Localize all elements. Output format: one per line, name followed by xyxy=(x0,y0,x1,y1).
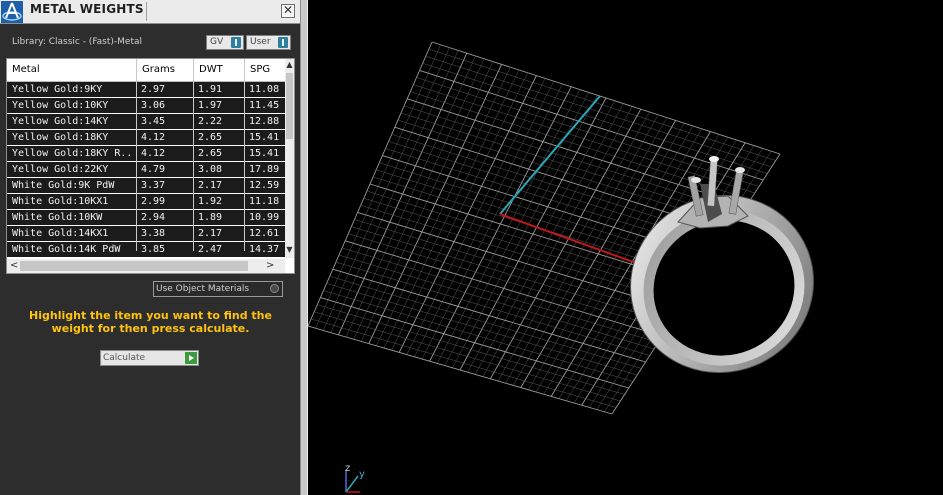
metal-weights-table: Metal Grams DWT SPG Yellow Gold:9KY 2.97 1… xyxy=(6,58,295,274)
column-divider xyxy=(244,59,245,251)
3d-viewport[interactable]: z y xyxy=(308,0,943,495)
cell-dwt: 1.97 xyxy=(198,100,223,111)
cell-grams: 3.06 xyxy=(141,100,166,111)
cell-dwt: 2.65 xyxy=(198,148,223,159)
metal-weights-panel: METAL WEIGHTS ✕ Library: Classic - (Fast… xyxy=(0,0,300,495)
cell-grams: 2.99 xyxy=(141,196,166,207)
cell-spg: 15.41 xyxy=(249,132,280,143)
play-arrow-icon xyxy=(185,352,197,364)
cell-spg: 12.88 xyxy=(249,116,280,127)
toggle-switch-icon xyxy=(231,37,241,48)
cell-metal: White Gold:9K PdW xyxy=(12,180,115,191)
cell-dwt: 2.22 xyxy=(198,116,223,127)
cell-spg: 14.37 xyxy=(249,244,280,255)
column-divider xyxy=(193,59,194,251)
cell-dwt: 2.65 xyxy=(198,132,223,143)
cell-dwt: 1.89 xyxy=(198,212,223,223)
panel-title: METAL WEIGHTS xyxy=(30,2,144,16)
cell-metal: White Gold:10KW xyxy=(12,212,103,223)
cell-metal: Yellow Gold:9KY xyxy=(12,84,103,95)
user-toggle-label: User xyxy=(250,37,271,47)
close-icon: ✕ xyxy=(282,3,294,17)
cell-spg: 10.99 xyxy=(249,212,280,223)
cell-grams: 2.94 xyxy=(141,212,166,223)
column-header-grams[interactable]: Grams xyxy=(142,64,175,75)
scroll-up-icon[interactable]: ▲ xyxy=(285,60,294,69)
column-divider xyxy=(136,59,137,251)
viewport-canvas: z y xyxy=(308,41,841,493)
gv-toggle[interactable]: GV xyxy=(206,35,244,50)
title-separator xyxy=(146,2,147,21)
cell-metal: Yellow Gold:18KY xyxy=(12,132,109,143)
cell-dwt: 3.08 xyxy=(198,164,223,175)
cell-spg: 12.59 xyxy=(249,180,280,191)
y-axis-label: y xyxy=(359,469,365,480)
user-toggle[interactable]: User xyxy=(246,35,291,50)
vertical-scroll-thumb[interactable] xyxy=(286,73,293,139)
panel-titlebar: METAL WEIGHTS ✕ xyxy=(0,0,300,24)
axis-triad-icon: z y xyxy=(345,463,365,493)
cell-grams: 3.38 xyxy=(141,228,166,239)
horizontal-scrollbar[interactable]: < > xyxy=(7,259,285,273)
cell-grams: 4.79 xyxy=(141,164,166,175)
cell-grams: 3.37 xyxy=(141,180,166,191)
cell-dwt: 1.91 xyxy=(198,84,223,95)
cell-spg: 12.61 xyxy=(249,228,280,239)
ring-model[interactable] xyxy=(604,156,841,400)
library-label: Library: Classic - (Fast)-Metal xyxy=(12,37,143,47)
z-axis-label: z xyxy=(345,463,350,474)
cell-dwt: 2.17 xyxy=(198,180,223,191)
use-object-materials-toggle[interactable]: Use Object Materials xyxy=(153,281,283,297)
gv-toggle-label: GV xyxy=(210,37,224,47)
scroll-right-icon[interactable]: > xyxy=(266,259,274,273)
cell-spg: 11.08 xyxy=(249,84,280,95)
cell-grams: 3.85 xyxy=(141,244,166,255)
cell-metal: White Gold:14K PdW xyxy=(12,244,121,255)
horizontal-scroll-thumb[interactable] xyxy=(20,261,248,271)
cell-spg: 11.18 xyxy=(249,196,280,207)
cell-spg: 17.89 xyxy=(249,164,280,175)
scroll-down-icon[interactable]: ▼ xyxy=(285,245,294,254)
calculate-label: Calculate xyxy=(103,353,146,363)
close-button[interactable]: ✕ xyxy=(281,4,295,18)
radio-icon xyxy=(270,284,279,293)
cell-metal: Yellow Gold:10KY xyxy=(12,100,109,111)
cell-dwt: 2.47 xyxy=(198,244,223,255)
cell-metal: White Gold:14KX1 xyxy=(12,228,109,239)
panel-splitter[interactable] xyxy=(300,0,308,495)
column-header-dwt[interactable]: DWT xyxy=(199,64,223,75)
cell-metal: White Gold:10KX1 xyxy=(12,196,109,207)
column-header-spg[interactable]: SPG xyxy=(250,64,270,75)
scroll-left-icon[interactable]: < xyxy=(10,259,18,273)
cell-metal: Yellow Gold:18KY R... xyxy=(12,148,134,159)
cell-dwt: 2.17 xyxy=(198,228,223,239)
cell-metal: Yellow Gold:14KY xyxy=(12,116,109,127)
cell-grams: 4.12 xyxy=(141,148,166,159)
instruction-text: Highlight the item you want to find the … xyxy=(29,309,272,335)
toggle-switch-icon xyxy=(278,37,288,48)
calculate-button[interactable]: Calculate xyxy=(100,350,199,366)
cell-grams: 2.97 xyxy=(141,84,166,95)
cell-metal: Yellow Gold:22KY xyxy=(12,164,109,175)
cell-dwt: 1.92 xyxy=(198,196,223,207)
cell-spg: 15.41 xyxy=(249,148,280,159)
use-object-materials-label: Use Object Materials xyxy=(156,284,250,294)
vertical-scrollbar[interactable]: ▲ ▼ xyxy=(285,59,294,258)
cell-grams: 3.45 xyxy=(141,116,166,127)
cell-grams: 4.12 xyxy=(141,132,166,143)
column-header-metal[interactable]: Metal xyxy=(12,64,40,75)
app-logo-icon xyxy=(1,1,23,23)
cell-spg: 11.45 xyxy=(249,100,280,111)
